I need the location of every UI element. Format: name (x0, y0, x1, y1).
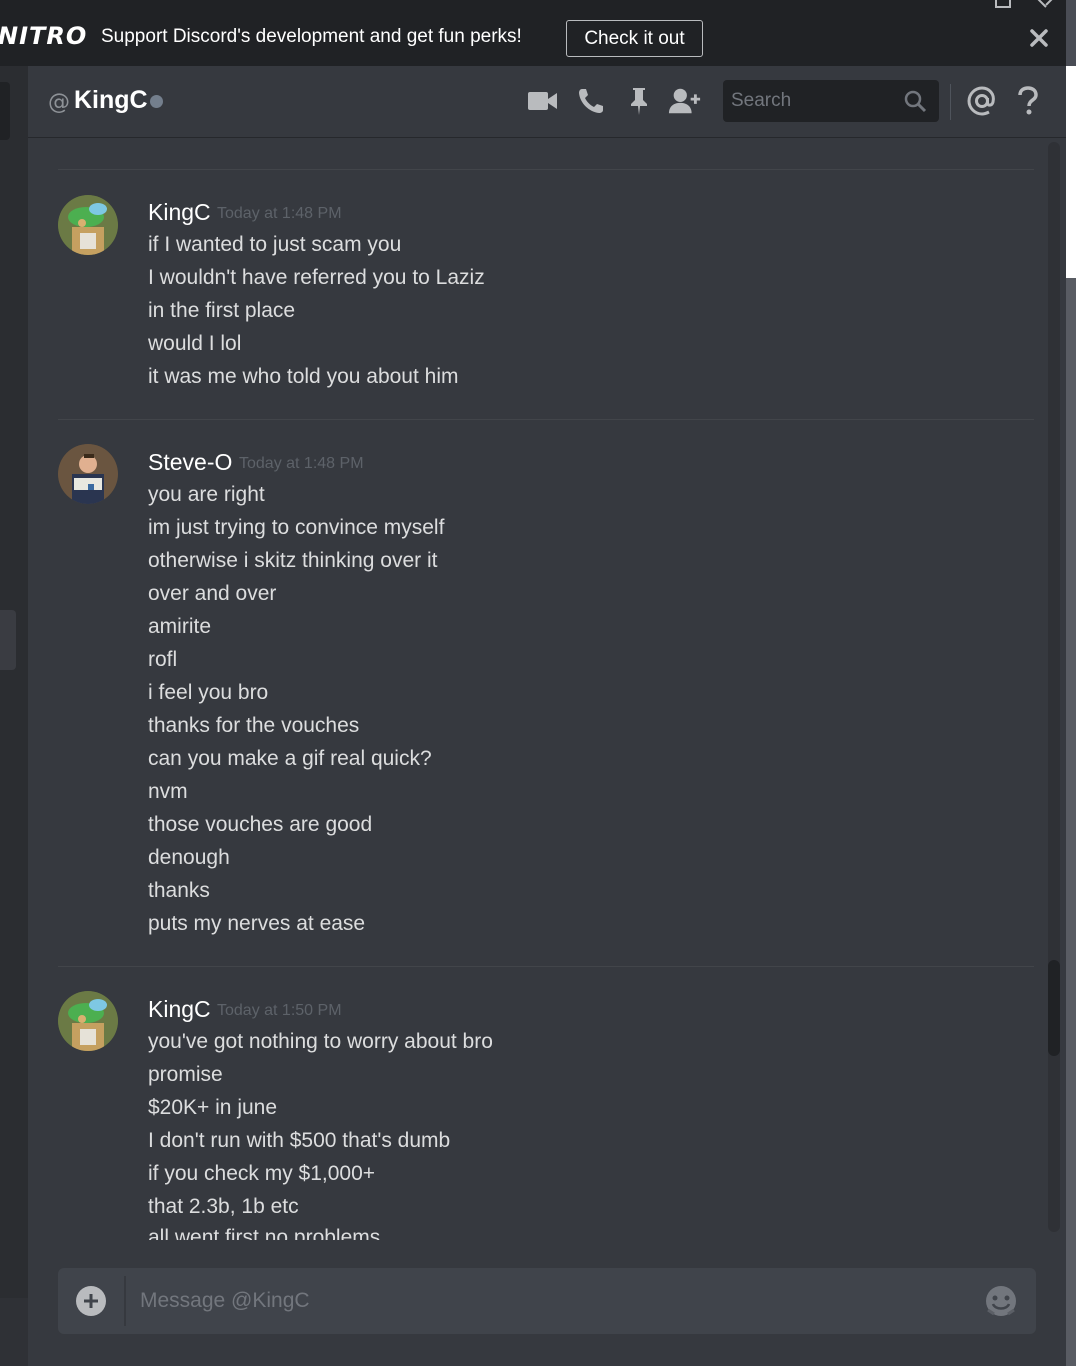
message-line: $20K+ in june (148, 1096, 278, 1119)
message-line: if I wanted to just scam you (148, 233, 402, 256)
message-author[interactable]: Steve-O (148, 449, 232, 476)
dm-username[interactable]: KingC (74, 86, 148, 115)
message-line: i feel you bro (148, 681, 269, 704)
at-symbol: @ (48, 90, 70, 115)
channel-sidebar-edge (0, 66, 28, 1366)
message-timestamp: Today at 1:48 PM (217, 205, 342, 222)
nitro-logo: NITRO (0, 22, 88, 50)
message-line: denough (148, 846, 230, 869)
message-line: thanks (148, 879, 210, 902)
message-line: amirite (148, 615, 212, 638)
message-line: im just trying to convince myself (148, 516, 445, 539)
emoji-picker-icon[interactable] (984, 1284, 1018, 1318)
add-friend-icon[interactable] (668, 84, 702, 118)
message-author[interactable]: KingC (148, 996, 211, 1023)
video-call-icon[interactable] (526, 84, 560, 118)
message-line: you've got nothing to worry about bro (148, 1030, 493, 1053)
status-indicator (150, 95, 163, 108)
check-it-out-button[interactable]: Check it out (566, 20, 703, 57)
message-line: it was me who told you about him (148, 365, 459, 388)
avatar[interactable] (58, 195, 118, 255)
background-window-edge (1066, 0, 1076, 1366)
message-line: otherwise i skitz thinking over it (148, 549, 438, 572)
background-window-panel (1066, 278, 1076, 1366)
avatar[interactable] (58, 444, 118, 504)
search-icon[interactable] (903, 89, 927, 113)
message-line: I don't run with $500 that's dumb (148, 1129, 451, 1152)
message-author[interactable]: KingC (148, 199, 211, 226)
message-line: would I lol (148, 332, 242, 355)
message-composer[interactable] (58, 1268, 1036, 1334)
message-line: thanks for the vouches (148, 714, 360, 737)
message-line: over and over (148, 582, 277, 605)
search-box[interactable] (723, 80, 939, 122)
message-line: promise (148, 1063, 223, 1086)
message-timestamp: Today at 1:48 PM (239, 455, 364, 472)
window-close-icon[interactable] (1036, 0, 1054, 8)
message-divider (58, 169, 1034, 170)
scrollbar-thumb[interactable] (1048, 960, 1060, 1056)
message-line: you are right (148, 483, 265, 506)
composer-area (28, 1240, 1066, 1366)
sidebar-item[interactable] (0, 82, 10, 140)
mention-icon[interactable] (965, 84, 999, 118)
sidebar-footer (0, 1298, 28, 1366)
header-divider (950, 84, 951, 120)
help-icon[interactable] (1011, 84, 1045, 118)
message-divider (58, 419, 1034, 420)
message-list[interactable]: KingC Today at 1:48 PM if I wanted to ju… (28, 138, 1066, 1240)
message-divider (58, 966, 1034, 967)
message-timestamp: Today at 1:50 PM (217, 1002, 342, 1019)
message-line: can you make a gif real quick? (148, 747, 432, 770)
close-icon[interactable] (1028, 27, 1050, 49)
message-line: puts my nerves at ease (148, 912, 366, 935)
message-line: nvm (148, 780, 188, 803)
message-line: all went first no problems (148, 1226, 381, 1240)
banner-text: Support Discord's development and get fu… (101, 26, 522, 47)
message-line: those vouches are good (148, 813, 373, 836)
avatar[interactable] (58, 991, 118, 1051)
sidebar-item[interactable] (0, 610, 16, 670)
nitro-banner: NITRO Support Discord's development and … (0, 0, 1066, 66)
search-input[interactable] (731, 86, 901, 116)
pin-icon[interactable] (622, 84, 656, 118)
message-line: if you check my $1,000+ (148, 1162, 376, 1185)
message-line: in the first place (148, 299, 296, 322)
channel-header: @ KingC (28, 66, 1066, 138)
background-window-panel (1066, 66, 1076, 278)
maximize-icon[interactable] (994, 0, 1012, 8)
composer-divider (124, 1276, 126, 1326)
message-line: I wouldn't have referred you to Laziz (148, 266, 485, 289)
message-line: rofl (148, 648, 178, 671)
scrollbar-track[interactable] (1048, 142, 1060, 1232)
message-line: that 2.3b, 1b etc (148, 1195, 299, 1218)
voice-call-icon[interactable] (574, 84, 608, 118)
upload-plus-icon[interactable] (76, 1286, 106, 1316)
message-input[interactable] (140, 1284, 940, 1318)
